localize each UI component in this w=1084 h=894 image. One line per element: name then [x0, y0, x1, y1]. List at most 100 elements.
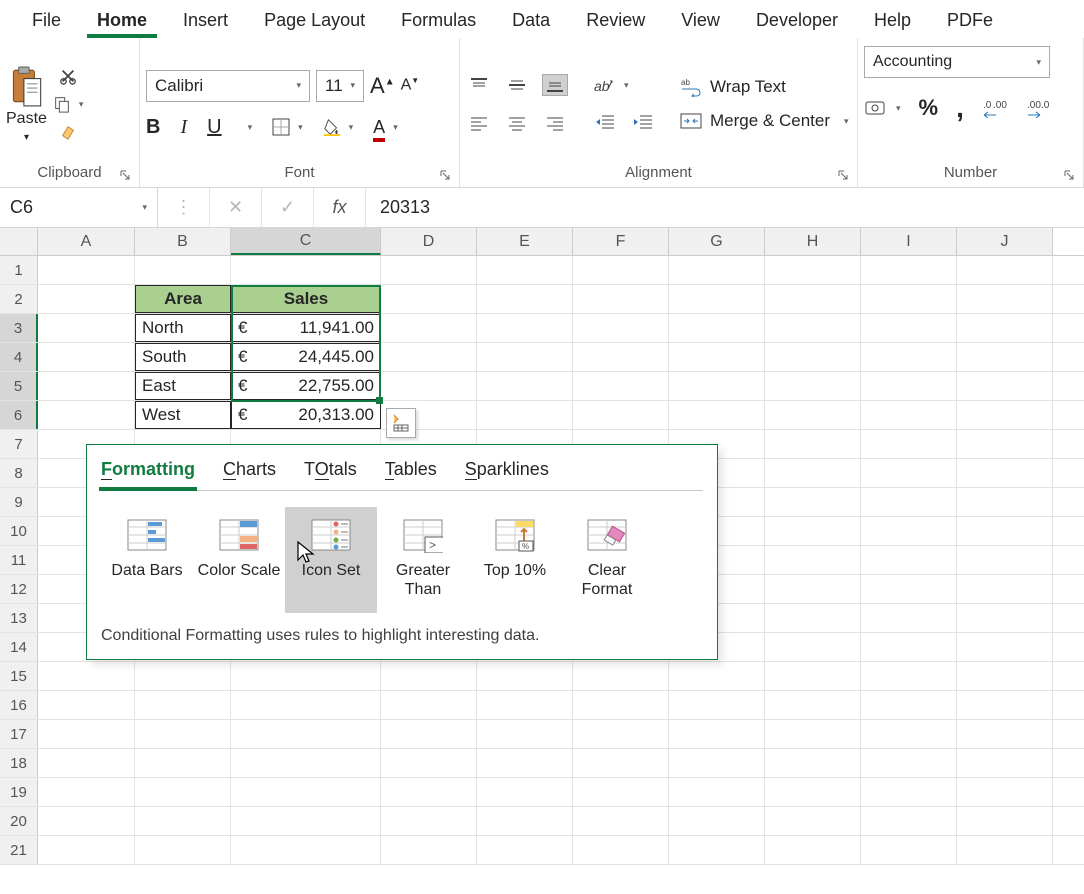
cell-J8[interactable]: [957, 459, 1053, 487]
cell-H13[interactable]: [765, 604, 861, 632]
cell-I8[interactable]: [861, 459, 957, 487]
cell-A6[interactable]: [38, 401, 135, 429]
cell-D4[interactable]: [381, 343, 477, 371]
cell-F15[interactable]: [573, 662, 669, 690]
cell-A16[interactable]: [38, 691, 135, 719]
qa-item-top-10[interactable]: % Top 10%: [469, 507, 561, 613]
cell-F3[interactable]: [573, 314, 669, 342]
cell-E15[interactable]: [477, 662, 573, 690]
qa-item-icon-set[interactable]: Icon Set: [285, 507, 377, 613]
col-header-J[interactable]: J: [957, 228, 1053, 255]
row-header-6[interactable]: 6: [0, 401, 38, 429]
qa-tab-totals[interactable]: TOtals: [304, 459, 357, 480]
bold-button[interactable]: B: [146, 116, 160, 139]
cell-B1[interactable]: [135, 256, 231, 284]
col-header-I[interactable]: I: [861, 228, 957, 255]
cell-F16[interactable]: [573, 691, 669, 719]
cell-J10[interactable]: [957, 517, 1053, 545]
cell-J1[interactable]: [957, 256, 1053, 284]
cell-D15[interactable]: [381, 662, 477, 690]
cell-E21[interactable]: [477, 836, 573, 864]
font-name-select[interactable]: Calibri▾: [146, 70, 310, 102]
cell-C1[interactable]: [231, 256, 381, 284]
cell-F21[interactable]: [573, 836, 669, 864]
cell-H21[interactable]: [765, 836, 861, 864]
decrease-font-icon[interactable]: A▼: [401, 76, 420, 94]
row-header-2[interactable]: 2: [0, 285, 38, 313]
row-header-4[interactable]: 4: [0, 343, 38, 371]
row-header-5[interactable]: 5: [0, 372, 38, 400]
align-center-icon[interactable]: [504, 112, 530, 134]
quick-analysis-button[interactable]: [386, 408, 416, 438]
cell-I5[interactable]: [861, 372, 957, 400]
cell-A20[interactable]: [38, 807, 135, 835]
fx-button[interactable]: fx: [314, 188, 366, 227]
cell-G17[interactable]: [669, 720, 765, 748]
tab-data[interactable]: Data: [494, 4, 568, 38]
name-box[interactable]: C6 ▾: [0, 188, 158, 227]
cell-I1[interactable]: [861, 256, 957, 284]
cell-D21[interactable]: [381, 836, 477, 864]
dialog-launcher-icon[interactable]: [437, 167, 453, 183]
cell-C20[interactable]: [231, 807, 381, 835]
cell-I21[interactable]: [861, 836, 957, 864]
qa-item-data-bars[interactable]: Data Bars: [101, 507, 193, 613]
row-header-19[interactable]: 19: [0, 778, 38, 806]
tab-home[interactable]: Home: [79, 4, 165, 38]
expand-button[interactable]: ⋮: [158, 188, 210, 227]
cell-I2[interactable]: [861, 285, 957, 313]
cell-G15[interactable]: [669, 662, 765, 690]
row-header-7[interactable]: 7: [0, 430, 38, 458]
cell-A15[interactable]: [38, 662, 135, 690]
underline-button[interactable]: U: [207, 116, 221, 139]
dialog-launcher-icon[interactable]: [1061, 167, 1077, 183]
percent-button[interactable]: %: [919, 95, 939, 121]
cell-I7[interactable]: [861, 430, 957, 458]
cell-A4[interactable]: [38, 343, 135, 371]
comma-button[interactable]: ,: [956, 92, 964, 124]
cell-F18[interactable]: [573, 749, 669, 777]
cell-I3[interactable]: [861, 314, 957, 342]
cell-J15[interactable]: [957, 662, 1053, 690]
cell-D18[interactable]: [381, 749, 477, 777]
cell-H7[interactable]: [765, 430, 861, 458]
font-color-button[interactable]: A ▾: [373, 117, 398, 138]
qa-item-greater-than[interactable]: > Greater Than: [377, 507, 469, 613]
cell-D16[interactable]: [381, 691, 477, 719]
tab-help[interactable]: Help: [856, 4, 929, 38]
col-header-B[interactable]: B: [135, 228, 231, 255]
number-format-select[interactable]: Accounting▾: [864, 46, 1050, 78]
cell-H3[interactable]: [765, 314, 861, 342]
cell-B21[interactable]: [135, 836, 231, 864]
chevron-down-icon[interactable]: ▾: [79, 99, 84, 110]
row-header-11[interactable]: 11: [0, 546, 38, 574]
align-left-icon[interactable]: [466, 112, 492, 134]
cell-E4[interactable]: [477, 343, 573, 371]
increase-indent-icon[interactable]: [630, 111, 656, 133]
cell-H4[interactable]: [765, 343, 861, 371]
cell-C21[interactable]: [231, 836, 381, 864]
cell-A19[interactable]: [38, 778, 135, 806]
cell-F2[interactable]: [573, 285, 669, 313]
cell-G2[interactable]: [669, 285, 765, 313]
cell-E20[interactable]: [477, 807, 573, 835]
row-header-14[interactable]: 14: [0, 633, 38, 661]
cell-E1[interactable]: [477, 256, 573, 284]
col-header-F[interactable]: F: [573, 228, 669, 255]
cell-G4[interactable]: [669, 343, 765, 371]
cell-C5[interactable]: €22,755.00: [231, 372, 381, 400]
cell-G6[interactable]: [669, 401, 765, 429]
row-header-15[interactable]: 15: [0, 662, 38, 690]
tab-review[interactable]: Review: [568, 4, 663, 38]
cell-E2[interactable]: [477, 285, 573, 313]
cell-A3[interactable]: [38, 314, 135, 342]
cell-D2[interactable]: [381, 285, 477, 313]
cell-H18[interactable]: [765, 749, 861, 777]
cell-H2[interactable]: [765, 285, 861, 313]
cell-H9[interactable]: [765, 488, 861, 516]
cut-icon[interactable]: [59, 67, 77, 85]
cell-D5[interactable]: [381, 372, 477, 400]
cell-I17[interactable]: [861, 720, 957, 748]
decrease-indent-icon[interactable]: [592, 111, 618, 133]
cell-C19[interactable]: [231, 778, 381, 806]
